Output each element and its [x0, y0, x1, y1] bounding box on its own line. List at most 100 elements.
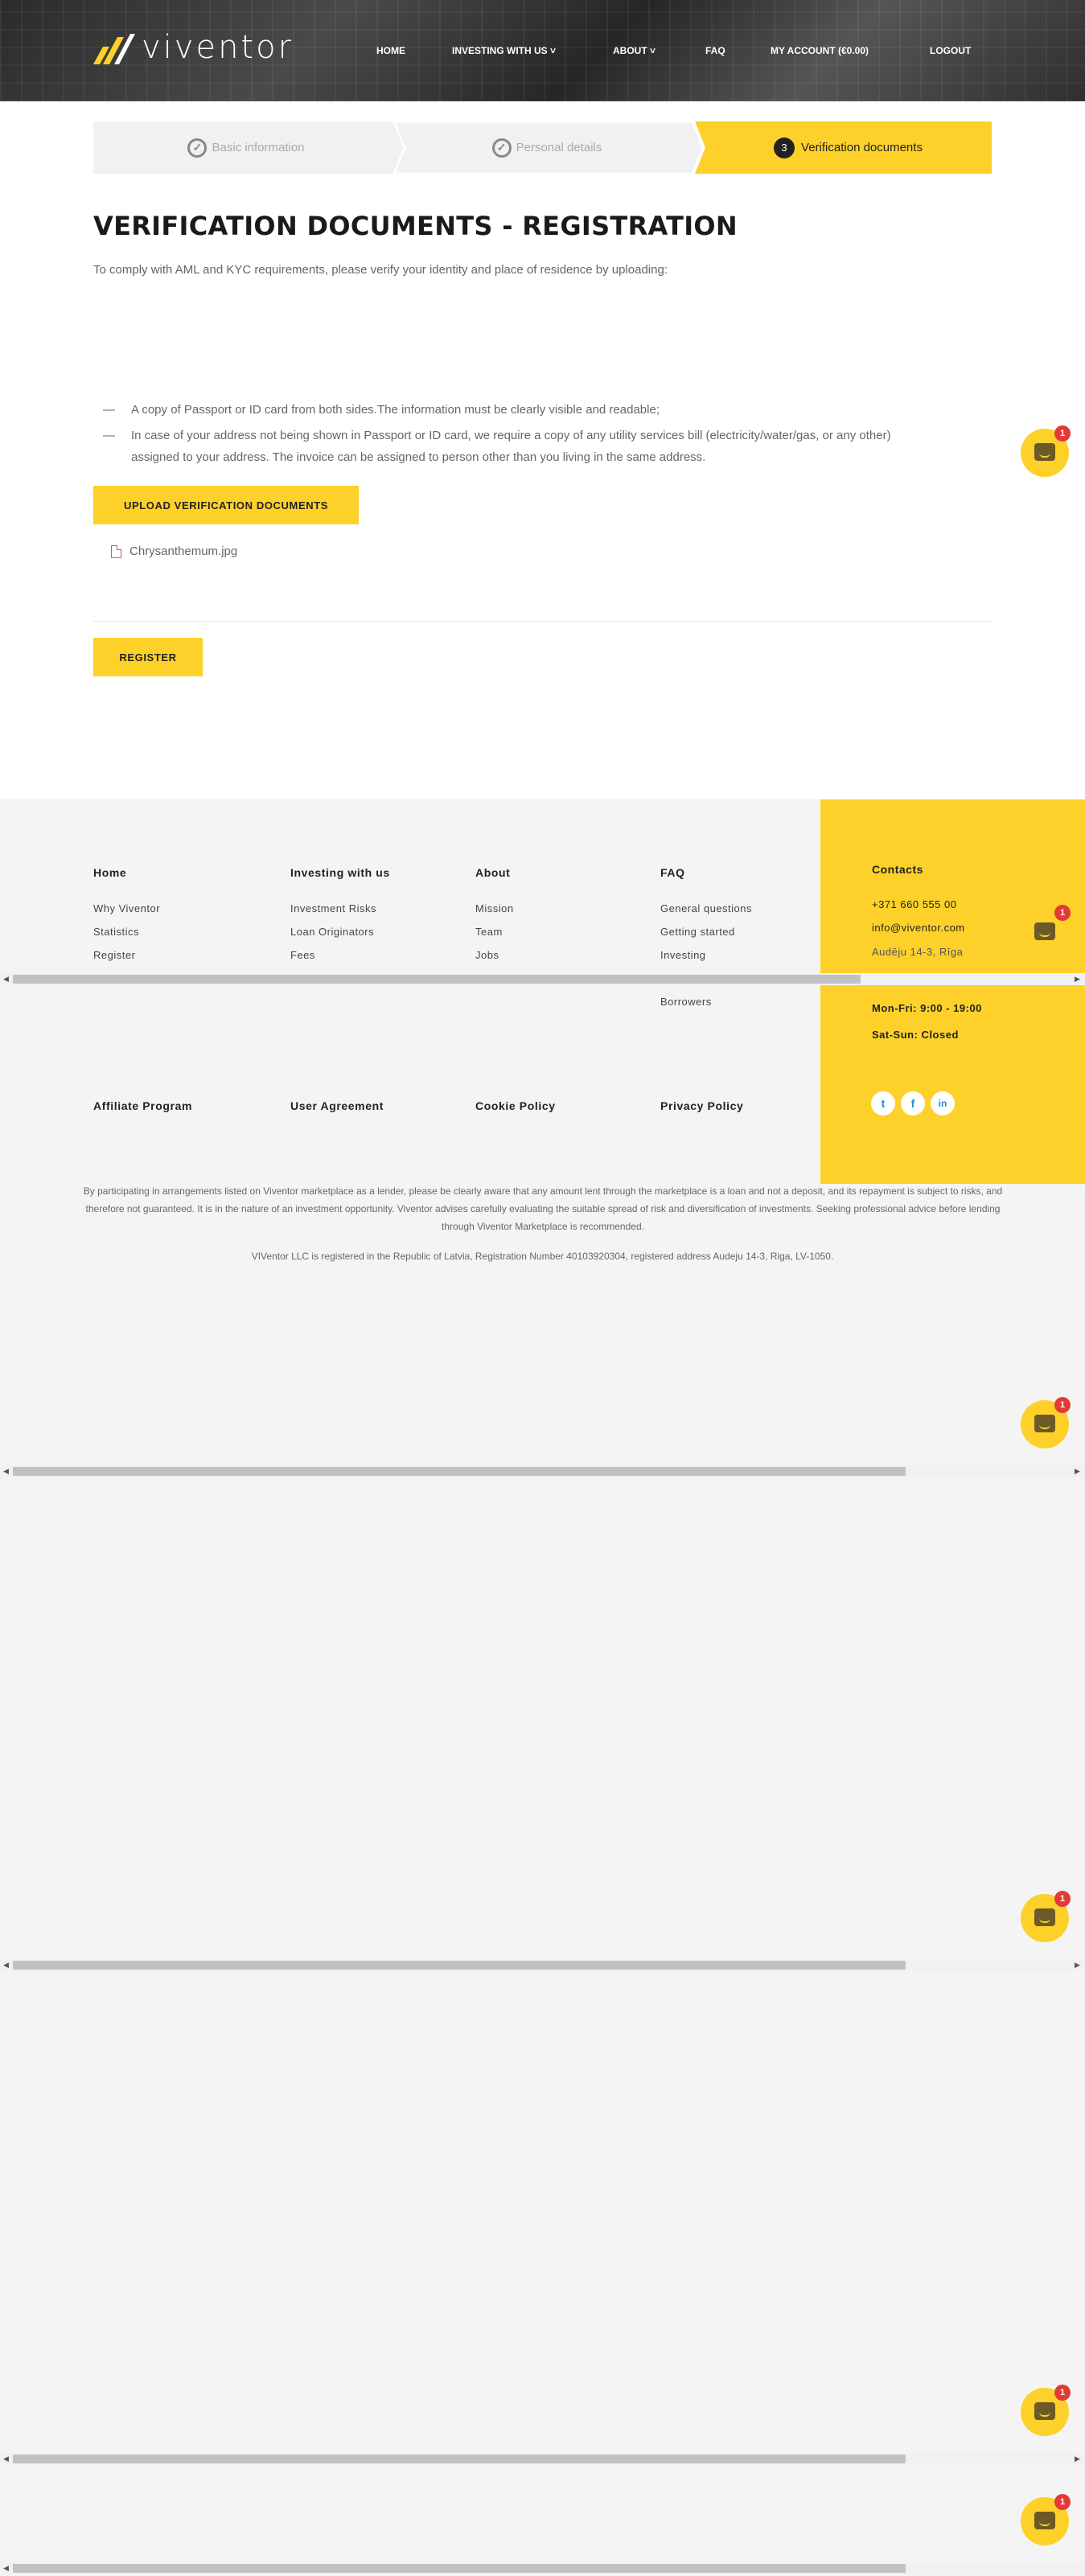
- logo-mark-icon: [93, 34, 135, 64]
- footer-col-investing-title: Investing with us: [290, 866, 390, 879]
- scroll-left-icon[interactable]: ◀: [3, 1961, 9, 1970]
- scrollbar-thumb[interactable]: [13, 2455, 906, 2463]
- nav-faq[interactable]: FAQ: [705, 45, 725, 56]
- horizontal-scrollbar[interactable]: ◀ ▶: [0, 973, 1085, 985]
- check-circle-icon: ✓: [491, 138, 512, 158]
- hours-weekday: Mon-Fri: 9:00 - 19:00: [872, 1002, 982, 1014]
- scroll-left-icon[interactable]: ◀: [3, 2455, 9, 2463]
- contact-email[interactable]: info@viventor.com: [872, 922, 965, 934]
- dash: —: [103, 429, 115, 442]
- divider: [93, 621, 992, 622]
- nav-about[interactable]: ABOUT ˅: [613, 45, 656, 56]
- scroll-right-icon[interactable]: ▶: [1075, 1467, 1080, 1476]
- footer-link-privacy-policy[interactable]: Privacy Policy: [660, 1099, 743, 1112]
- chat-widget-button[interactable]: 1: [1021, 425, 1071, 477]
- site-header: viventor HOME INVESTING WITH US ˅ ABOUT …: [0, 0, 1085, 101]
- step-personal-details: ✓ Personal details: [399, 121, 695, 174]
- requirement-item: — In case of your address not being show…: [103, 425, 891, 446]
- notification-badge: 1: [1054, 905, 1071, 921]
- chat-icon: [1034, 2402, 1055, 2420]
- horizontal-scrollbar[interactable]: ◀ ▶: [0, 1465, 1085, 1477]
- scroll-left-icon[interactable]: ◀: [3, 1467, 9, 1476]
- footer-col-faq-title: FAQ: [660, 866, 685, 879]
- logo-text: viventor: [142, 29, 294, 66]
- footer-link-general-questions[interactable]: General questions: [660, 902, 752, 914]
- facebook-icon[interactable]: f: [901, 1091, 925, 1115]
- contacts-panel: [820, 799, 1085, 1184]
- footer-link-mission[interactable]: Mission: [475, 902, 514, 914]
- scroll-left-icon[interactable]: ◀: [3, 2564, 9, 2573]
- chat-icon: [1034, 922, 1055, 940]
- notification-badge: 1: [1054, 2494, 1071, 2510]
- footer-link-why-viventor[interactable]: Why Viventor: [93, 902, 160, 914]
- step-label: Verification documents: [801, 141, 923, 154]
- chat-widget-button[interactable]: 1: [1021, 1397, 1071, 1448]
- registration-text: VIVentor LLC is registered in the Republ…: [251, 1251, 834, 1262]
- chat-widget-button[interactable]: 1: [1021, 2494, 1071, 2545]
- scroll-left-icon[interactable]: ◀: [3, 975, 9, 984]
- footer-col-about-title: About: [475, 866, 511, 879]
- chat-widget-button[interactable]: 1: [1021, 1891, 1071, 1942]
- footer-link-jobs[interactable]: Jobs: [475, 949, 499, 961]
- chat-icon: [1034, 443, 1055, 461]
- scroll-right-icon[interactable]: ▶: [1075, 975, 1080, 984]
- footer-col-home-title: Home: [93, 866, 127, 879]
- dash: —: [103, 403, 115, 417]
- twitter-icon[interactable]: t: [871, 1091, 895, 1115]
- nav-logout[interactable]: LOGOUT: [930, 45, 971, 56]
- contact-phone[interactable]: +371 660 555 00: [872, 898, 956, 910]
- scrollbar-thumb[interactable]: [13, 1961, 906, 1970]
- notification-badge: 1: [1054, 1397, 1071, 1413]
- chat-icon: [1034, 1415, 1055, 1432]
- horizontal-scrollbar[interactable]: ◀ ▶: [0, 2453, 1085, 2465]
- chat-widget-button[interactable]: 1: [1021, 905, 1071, 956]
- hours-weekend: Sat-Sun: Closed: [872, 1029, 959, 1041]
- upload-documents-button[interactable]: UPLOAD VERIFICATION DOCUMENTS: [93, 486, 359, 524]
- footer-link-cookie-policy[interactable]: Cookie Policy: [475, 1099, 556, 1112]
- file-icon: [111, 544, 121, 558]
- footer-link-team[interactable]: Team: [475, 926, 503, 938]
- scroll-right-icon[interactable]: ▶: [1075, 1961, 1080, 1970]
- footer-link-getting-started[interactable]: Getting started: [660, 926, 735, 938]
- step-basic-information: ✓ Basic information: [93, 121, 399, 174]
- footer-link-register[interactable]: Register: [93, 949, 135, 961]
- nav-my-account[interactable]: MY ACCOUNT (€0.00): [771, 45, 869, 56]
- scrollbar-thumb[interactable]: [13, 975, 861, 984]
- contact-address: Audēju 14-3, Rīga: [872, 946, 964, 958]
- scroll-right-icon[interactable]: ▶: [1075, 2455, 1080, 2463]
- linkedin-icon[interactable]: in: [931, 1091, 955, 1115]
- intro-text: To comply with AML and KYC requirements,…: [93, 263, 668, 277]
- nav-home[interactable]: HOME: [376, 45, 405, 56]
- notification-badge: 1: [1054, 1891, 1071, 1907]
- scrollbar-thumb[interactable]: [13, 1467, 906, 1476]
- step-number: 3: [774, 137, 795, 158]
- check-circle-icon: ✓: [187, 138, 208, 158]
- step-label: Personal details: [516, 141, 602, 154]
- horizontal-scrollbar[interactable]: ◀: [0, 2562, 1085, 2574]
- footer-link-fees[interactable]: Fees: [290, 949, 315, 961]
- footer-link-user-agreement[interactable]: User Agreement: [290, 1099, 384, 1112]
- scrollbar-thumb[interactable]: [13, 2564, 906, 2573]
- page-title: VERIFICATION DOCUMENTS - REGISTRATION: [93, 211, 738, 241]
- horizontal-scrollbar[interactable]: ◀ ▶: [0, 1959, 1085, 1971]
- chat-widget-button[interactable]: 1: [1021, 2385, 1071, 2436]
- footer-link-investment-risks[interactable]: Investment Risks: [290, 902, 376, 914]
- file-name: Chrysanthemum.jpg: [129, 544, 238, 558]
- viventor-logo[interactable]: viventor: [92, 27, 294, 68]
- footer-link-loan-originators[interactable]: Loan Originators: [290, 926, 374, 938]
- registration-steps: ✓ Basic information ✓ Personal details 3…: [93, 121, 992, 174]
- contacts-title: Contacts: [872, 863, 923, 876]
- footer-link-investing[interactable]: Investing: [660, 949, 706, 961]
- step-label: Basic information: [212, 141, 305, 154]
- uploaded-file[interactable]: Chrysanthemum.jpg: [111, 544, 237, 558]
- nav-investing-with-us[interactable]: INVESTING WITH US ˅: [452, 45, 556, 56]
- notification-badge: 1: [1054, 425, 1071, 442]
- notification-badge: 1: [1054, 2385, 1071, 2401]
- requirement-item: — A copy of Passport or ID card from bot…: [103, 400, 660, 421]
- footer-link-statistics[interactable]: Statistics: [93, 926, 139, 938]
- footer-link-affiliate-program[interactable]: Affiliate Program: [93, 1099, 192, 1112]
- requirement-item-continued: assigned to your address. The invoice ca…: [131, 450, 706, 464]
- footer-link-borrowers[interactable]: Borrowers: [660, 996, 712, 1008]
- register-button[interactable]: REGISTER: [93, 638, 203, 676]
- step-verification-documents: 3 Verification documents: [705, 121, 992, 174]
